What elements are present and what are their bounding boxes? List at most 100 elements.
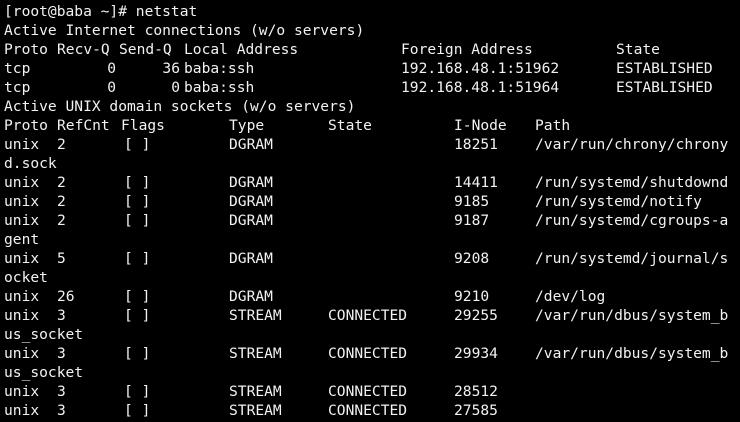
unix-header-proto: Proto — [4, 117, 48, 134]
unix-path: /var/run/chrony/chrony — [535, 136, 729, 153]
unix-path-wrap: ocket — [4, 269, 48, 286]
unix-proto: unix — [4, 383, 40, 400]
inet-section-heading: Active Internet connections (w/o servers… — [4, 22, 365, 39]
unix-header-row: Proto RefCnt Flags Type State I-Node Pat… — [4, 116, 740, 135]
unix-flags: [ ] — [124, 383, 151, 400]
unix-path: /run/systemd/notify — [535, 193, 702, 210]
unix-flags: [ ] — [124, 345, 151, 362]
inet-row: tcp 0 0 baba:ssh 192.168.48.1:51964 ESTABLISH… — [4, 78, 740, 97]
unix-header-state: State — [328, 117, 372, 134]
unix-proto: unix — [4, 288, 40, 305]
inet-header-proto: Proto — [4, 41, 48, 58]
unix-inode: 27585 — [454, 402, 498, 419]
unix-row: unix 3 [ ] STREAM CONNECTED 29255/var/run/dbu… — [4, 306, 740, 325]
unix-inode: 29255 — [454, 307, 498, 324]
unix-type: DGRAM — [229, 288, 273, 305]
unix-refcnt: 3 — [57, 402, 66, 419]
unix-path: /run/systemd/shutdownd — [535, 174, 729, 191]
unix-flags: [ ] — [124, 402, 151, 419]
inet-sendq: 0 — [171, 79, 180, 96]
unix-type: DGRAM — [229, 174, 273, 191]
unix-row: unix 2 [ ] DGRAM 9185/run/systemd/notify — [4, 192, 740, 211]
inet-header-state: State — [616, 41, 660, 58]
unix-flags: [ ] — [124, 307, 151, 324]
unix-type: DGRAM — [229, 136, 273, 153]
unix-proto: unix — [4, 250, 40, 267]
unix-refcnt: 3 — [57, 383, 66, 400]
unix-flags: [ ] — [124, 193, 151, 210]
unix-refcnt: 2 — [57, 193, 66, 210]
unix-path: /run/systemd/journal/s — [535, 250, 729, 267]
unix-inode: 28512 — [454, 383, 498, 400]
unix-state: CONNECTED — [328, 402, 408, 419]
unix-row: unix 2 [ ] DGRAM 9187/run/systemd/cgroups-a — [4, 211, 740, 230]
unix-header-inode: I-Node — [454, 117, 507, 134]
unix-type: DGRAM — [229, 193, 273, 210]
unix-path-wrap: gent — [4, 231, 40, 248]
unix-type: DGRAM — [229, 250, 273, 267]
inet-connections-table: tcp 0 36 baba:ssh 192.168.48.1:51962 ESTABLIS… — [4, 59, 740, 97]
unix-path-wrap: us_socket — [4, 364, 84, 381]
unix-path: /dev/log — [535, 288, 606, 305]
terminal-window[interactable]: [root@baba ~]# netstat Active Internet c… — [0, 0, 740, 422]
unix-type: STREAM — [229, 307, 282, 324]
unix-flags: [ ] — [124, 212, 151, 229]
inet-foreign-address: 192.168.48.1:51962 — [401, 60, 560, 77]
unix-row: unix 5 [ ] DGRAM 9208/run/systemd/journal/s — [4, 249, 740, 268]
unix-refcnt: 2 — [57, 174, 66, 191]
inet-proto: tcp — [4, 60, 31, 77]
unix-inode: 29934 — [454, 345, 498, 362]
unix-header-flags: Flags — [121, 117, 165, 134]
unix-state: CONNECTED — [328, 307, 408, 324]
inet-foreign-address: 192.168.48.1:51964 — [401, 79, 560, 96]
inet-header-row: Proto Recv-Q Send-Q Local Address Foreig… — [4, 40, 740, 59]
unix-row: unix 2 [ ] DGRAM 18251/var/run/chrony/chrony — [4, 135, 740, 154]
unix-section-heading: Active UNIX domain sockets (w/o servers) — [4, 98, 356, 115]
unix-row: unix 2 [ ] DGRAM 14411/run/systemd/shutdownd — [4, 173, 740, 192]
unix-header-refcnt: RefCnt — [57, 117, 110, 134]
unix-path: /run/systemd/cgroups-a — [535, 212, 729, 229]
unix-inode: 9187 — [454, 212, 490, 229]
unix-inode: 9210 — [454, 288, 490, 305]
unix-flags: [ ] — [124, 250, 151, 267]
unix-flags: [ ] — [124, 174, 151, 191]
inet-header-foreign: Foreign Address — [401, 41, 533, 58]
unix-row: unix 3 [ ] STREAM CONNECTED 27585 — [4, 401, 740, 420]
unix-type: STREAM — [229, 402, 282, 419]
unix-row: unix 26 [ ] DGRAM 9210/dev/log — [4, 287, 740, 306]
unix-flags: [ ] — [124, 136, 151, 153]
unix-flags: [ ] — [124, 288, 151, 305]
unix-refcnt: 5 — [57, 250, 66, 267]
unix-row: unix 3 [ ] STREAM CONNECTED 28512 — [4, 382, 740, 401]
inet-local-address: baba:ssh — [184, 79, 255, 96]
unix-state: CONNECTED — [328, 383, 408, 400]
unix-refcnt: 26 — [57, 288, 75, 305]
unix-path-wrap: d.sock — [4, 155, 57, 172]
unix-refcnt: 3 — [57, 307, 66, 324]
unix-proto: unix — [4, 307, 40, 324]
unix-inode: 9185 — [454, 193, 490, 210]
unix-type: DGRAM — [229, 212, 273, 229]
unix-proto: unix — [4, 136, 40, 153]
unix-inode: 9208 — [454, 250, 490, 267]
unix-inode: 14411 — [454, 174, 498, 191]
unix-proto: unix — [4, 402, 40, 419]
unix-refcnt: 2 — [57, 212, 66, 229]
unix-row: unix 3 [ ] STREAM CONNECTED 29934/var/run/dbu… — [4, 344, 740, 363]
unix-state: CONNECTED — [328, 345, 408, 362]
unix-proto: unix — [4, 193, 40, 210]
inet-header-sendq: Send-Q — [119, 41, 172, 58]
inet-header-recvq: Recv-Q — [57, 41, 110, 58]
unix-path-wrap: us_socket — [4, 326, 84, 343]
unix-path: /var/run/dbus/system_b — [535, 307, 729, 324]
unix-type: STREAM — [229, 383, 282, 400]
unix-proto: unix — [4, 212, 40, 229]
inet-proto: tcp — [4, 79, 31, 96]
unix-sockets-table: unix 2 [ ] DGRAM 18251/var/run/chrony/chrony… — [4, 135, 740, 420]
inet-state: ESTABLISHED — [616, 79, 713, 96]
unix-refcnt: 3 — [57, 345, 66, 362]
inet-recvq: 0 — [107, 79, 116, 96]
inet-local-address: baba:ssh — [184, 60, 255, 77]
unix-header-type: Type — [229, 117, 265, 134]
unix-proto: unix — [4, 174, 40, 191]
